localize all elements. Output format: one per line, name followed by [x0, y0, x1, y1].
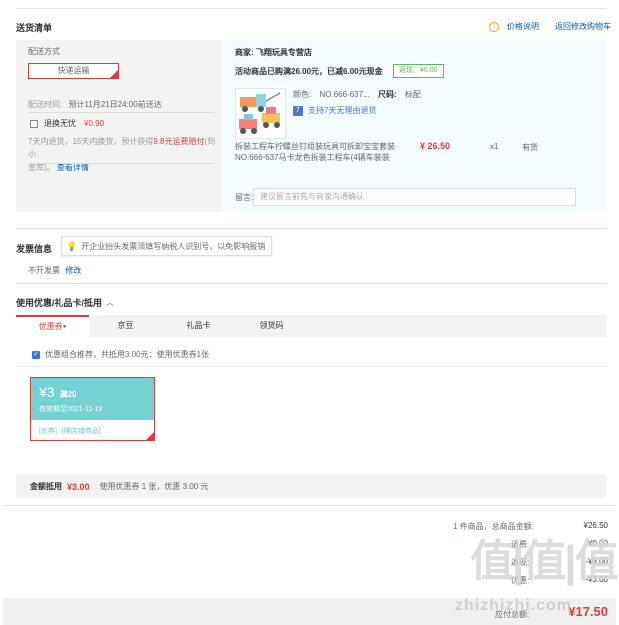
price-note-label: 价格说明 [507, 22, 539, 31]
insurance-label: 退换无忧 [44, 119, 76, 128]
coupon-amount: ¥3 [39, 384, 55, 400]
insurance-description: 7天内退货，15天内换货，预计获得9.8元运费赔付(到小 金库)。 查看详情 [28, 135, 218, 174]
delivery-section-title: 送货清单 [16, 23, 53, 33]
discount-tabbar: 优惠券● 京豆 礼品卡 领货码 [16, 315, 607, 337]
shipping-time-label: 配送时间: [28, 100, 63, 109]
coupon-validity: 有效期至2021-11-19 [39, 406, 103, 413]
product-stock: 有货 [522, 143, 538, 152]
invoice-tip: 💡 开企业抬头发票须填写纳税人识别号，以免影响报销 [61, 236, 273, 256]
coupon-amount-row: ¥3 满20 [39, 384, 76, 400]
discount-summary-label: 金额抵用 [30, 482, 62, 491]
back-to-cart-link[interactable]: 返回修改购物车 [555, 21, 611, 32]
coupon-divider [16, 366, 607, 367]
watermark-site: zhizhizhi.com [455, 597, 572, 614]
return-support-row: 7 支持7天无理由退货 [293, 105, 376, 116]
coupon-card[interactable]: ¥3 满20 有效期至2021-11-19 [东券] [限店铺商品] [30, 377, 155, 441]
promo-badge: 返现：¥6.00 [393, 64, 444, 78]
insurance-price: ¥0.90 [84, 119, 105, 128]
discount-summary: 金额抵用 ¥3.00 使用优惠券 1 张，优惠 3.00 元 [30, 481, 208, 492]
selected-corner-mark [110, 70, 118, 78]
discount-divider [16, 283, 607, 284]
payable-value: ¥17.50 [568, 604, 608, 619]
invoice-divider [16, 228, 607, 229]
invoice-value: 不开发票 [28, 266, 60, 275]
shipping-bottom-divider [28, 163, 215, 164]
coupon-tag-shop: [限店铺商品] [61, 428, 101, 435]
shipping-time-value: 预计11月21日24:00前送达 [68, 100, 162, 109]
tab-dot-icon: ● [62, 324, 67, 330]
discount-section-title: 使用优惠/礼品卡/抵用 [16, 298, 103, 308]
tab-redeem-code[interactable]: 领货码 [235, 315, 308, 337]
product-title-line-1: 拆装工程车拧螺丝钉组装玩具可拆卸宝宝套装 [235, 142, 395, 151]
insurance-desc-text-3: 金库)。 [28, 163, 55, 172]
shipping-time-row: 配送时间: 预计11月21日24:00前送达 [28, 99, 162, 110]
tab-jingdou[interactable]: 京豆 [89, 315, 162, 337]
insurance-detail-link[interactable]: 查看详情 [57, 163, 89, 172]
combo-checkbox[interactable]: ✓ [32, 350, 40, 359]
item-count-row: 1 件商品，总商品金额: [453, 521, 534, 532]
express-shipping-button[interactable]: 快递运输 [28, 63, 119, 79]
promo-text: 活动商品已购满26.00元，已减6.00元现金 [235, 67, 383, 76]
product-image[interactable] [235, 88, 286, 139]
message-input[interactable]: 建议留言前先与商家沟通确认 [253, 188, 576, 206]
invoice-tip-text: 开企业抬头发票须填写纳税人识别号，以免影响报销 [81, 241, 266, 251]
item-count-text: 件商品，总商品金额: [459, 522, 534, 531]
price-note-link[interactable]: ! 价格说明 [489, 21, 539, 32]
insurance-checkbox[interactable] [30, 119, 38, 128]
coupon-tags: [东券] [限店铺商品] [39, 426, 101, 436]
insurance-desc-highlight: 9.8元运费赔付 [153, 137, 205, 146]
coupon-tag-dongquan: [东券] [39, 428, 57, 435]
merchant-row: 商家: 飞翔玩具专营店 [235, 47, 312, 58]
discount-section-toggle[interactable]: 使用优惠/礼品卡/抵用 ︿ [16, 296, 114, 309]
combo-recommend-row: ✓ 优惠组合推荐，共抵用3.00元：使用优惠券1张 [32, 349, 209, 360]
shipping-divider [28, 112, 215, 113]
chevron-up-icon: ︿ [106, 298, 115, 307]
tab-coupons-label: 优惠券 [38, 322, 63, 331]
shipping-method-label: 配送方式 [28, 47, 60, 56]
invoice-edit-link[interactable]: 修改 [65, 266, 81, 275]
item-count: 1 [453, 522, 458, 531]
lightbulb-icon: 💡 [66, 240, 78, 251]
totals-divider [3, 505, 616, 506]
combo-text: 优惠组合推荐，共抵用3.00元：使用优惠券1张 [45, 350, 210, 359]
watermark-logo: 值|值|值 [470, 537, 619, 586]
color-label: 颜色: [293, 90, 312, 99]
top-divider [16, 8, 607, 9]
merchant-name[interactable]: 飞翔玩具专营店 [256, 48, 312, 57]
goods-amount: ¥26.50 [583, 521, 608, 530]
coupon-condition: 满20 [59, 390, 77, 399]
merchant-label: 商家: [235, 48, 254, 57]
product-price: ¥ 26.50 [420, 141, 451, 151]
color-value: NO.666-637... [319, 90, 370, 99]
insurance-desc-text: 7天内退货，15天内换货，预计获得 [28, 137, 154, 146]
return-support-label: 支持7天无理由退货 [308, 106, 377, 115]
size-label: 尺码: [377, 90, 397, 99]
invoice-value-row: 不开发票 修改 [28, 265, 81, 276]
discount-summary-amount: ¥3.00 [67, 481, 90, 492]
tab-coupons[interactable]: 优惠券● [16, 315, 89, 337]
invoice-section-title: 发票信息 [16, 244, 53, 254]
tab-gift-card[interactable]: 礼品卡 [162, 315, 235, 337]
info-icon: ! [489, 21, 499, 32]
product-quantity: x1 [490, 142, 499, 151]
return-shield-icon: 7 [293, 105, 303, 116]
coupon-header: ¥3 满20 有效期至2021-11-19 [31, 378, 154, 420]
product-spec-row: 颜色: NO.666-637... 尺码: 标配 [293, 89, 421, 100]
insurance-row: 退换无忧 ¥0.90 [30, 118, 104, 129]
discount-summary-detail: 使用优惠券 1 张，优惠 3.00 元 [99, 482, 209, 491]
size-value: 标配 [404, 90, 421, 99]
express-shipping-label: 快递运输 [57, 66, 90, 75]
message-label: 留言: [235, 193, 254, 202]
toy-trucks-illustration [239, 92, 281, 134]
coupon-selected-corner [146, 432, 154, 440]
product-title-line-2: NO.666-637马卡龙色拆装工程车(4辆车装装 [235, 153, 390, 162]
product-title[interactable]: 拆装工程车拧螺丝钉组装玩具可拆卸宝宝套装 NO.666-637马卡龙色拆装工程车… [235, 141, 395, 163]
